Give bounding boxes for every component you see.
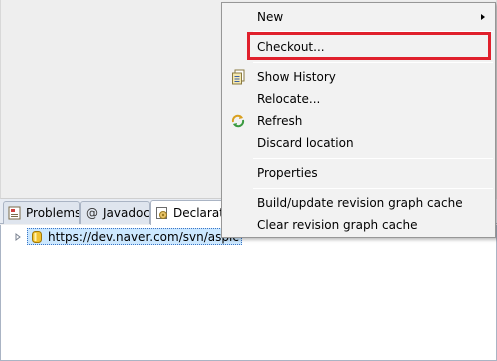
menu-item-show-history-label: Show History (257, 70, 336, 84)
tab-problems-label: Problems (26, 206, 80, 220)
menu-item-refresh-label: Refresh (257, 114, 303, 128)
menu-item-discard-location-label: Discard location (257, 136, 354, 150)
menu-separator (253, 31, 493, 32)
menu-item-show-history[interactable]: Show History (223, 66, 494, 88)
menu-item-relocate-label: Relocate... (257, 92, 321, 106)
tab-javadoc-label: Javadoc (103, 206, 150, 220)
problems-icon (8, 206, 22, 220)
menu-item-build-revision-graph-cache-label: Build/update revision graph cache (257, 196, 463, 210)
tree-row[interactable]: https://dev.naver.com/svn/aspic (13, 227, 242, 246)
menu-item-checkout[interactable]: Checkout... (223, 36, 494, 58)
menu-separator (253, 62, 493, 63)
menu-item-properties[interactable]: Properties (223, 162, 494, 184)
menu-item-checkout-label: Checkout... (257, 40, 325, 54)
menu-item-relocate[interactable]: Relocate... (223, 88, 494, 110)
submenu-arrow-icon (481, 14, 485, 20)
menu-item-refresh[interactable]: Refresh (223, 110, 494, 132)
history-icon (223, 66, 253, 88)
menu-item-discard-location[interactable]: Discard location (223, 132, 494, 154)
declaration-icon (155, 206, 169, 220)
menu-separator (253, 188, 493, 189)
context-menu: New Checkout... Show History Relocate... (221, 2, 496, 238)
expand-arrow-icon[interactable] (13, 232, 23, 242)
tab-declaration-label: Declarati (173, 206, 224, 220)
menu-item-properties-label: Properties (257, 166, 318, 180)
svn-repositories-panel: https://dev.naver.com/svn/aspic (0, 225, 497, 361)
tab-problems[interactable]: Problems (3, 201, 80, 224)
refresh-icon (223, 110, 253, 132)
menu-item-new[interactable]: New (223, 6, 494, 28)
menu-item-build-revision-graph-cache[interactable]: Build/update revision graph cache (223, 192, 494, 214)
menu-item-new-label: New (257, 10, 284, 24)
menu-separator (253, 158, 493, 159)
repository-url: https://dev.naver.com/svn/aspic (48, 229, 239, 244)
menu-item-clear-revision-graph-cache[interactable]: Clear revision graph cache (223, 214, 494, 236)
tab-javadoc[interactable]: @ Javadoc (80, 201, 150, 224)
tab-declaration[interactable]: Declarati (150, 200, 224, 225)
repository-icon (31, 230, 43, 244)
repository-location-item[interactable]: https://dev.naver.com/svn/aspic (27, 228, 242, 245)
menu-item-clear-revision-graph-cache-label: Clear revision graph cache (257, 218, 418, 232)
at-sign-icon: @ (86, 206, 98, 220)
